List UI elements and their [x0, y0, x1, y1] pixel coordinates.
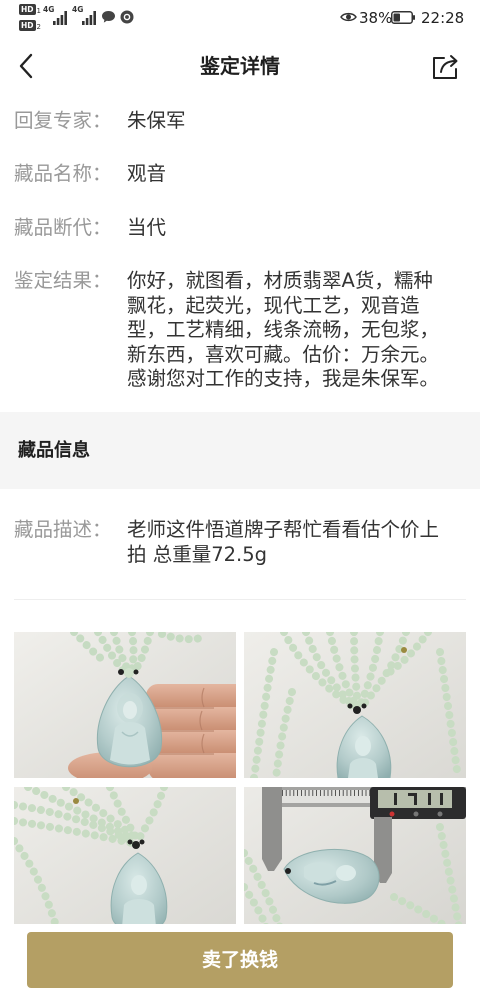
sim2-signal-icon	[82, 11, 96, 25]
expert-label: 回复专家：	[14, 109, 112, 132]
appraisal-result-label: 鉴定结果：	[14, 269, 112, 292]
share-button[interactable]	[430, 53, 460, 81]
battery-fill	[393, 13, 400, 22]
item-info-section: 藏品信息	[0, 412, 480, 489]
item-name-label: 藏品名称：	[14, 162, 112, 185]
app-notification-icon	[120, 10, 134, 24]
appraisal-result-value: 你好，就图看，材质翡翠A货，糯种飘花，起荧光，现代工艺，观音造型，工艺精细，线条…	[127, 269, 440, 390]
status-bar: HD 1 HD 2 4G 4G 38% 22:28	[0, 0, 480, 36]
sim2-index: 2	[36, 23, 41, 31]
share-icon	[433, 55, 458, 79]
clock: 22:28	[421, 9, 465, 27]
item-era-label: 藏品断代：	[14, 216, 112, 239]
eye-icon	[340, 12, 357, 22]
sim1-hd-badge: HD	[19, 4, 36, 15]
section-title: 藏品信息	[18, 440, 90, 461]
message-icon	[102, 11, 115, 23]
sell-button[interactable]: 卖了换钱	[27, 932, 453, 988]
sim2-hd-icon: HD 2	[19, 19, 41, 31]
item-name-value: 观音	[127, 162, 167, 185]
expert-value: 朱保军	[127, 109, 186, 132]
nav-header: 鉴定详情	[0, 36, 480, 98]
item-era-value: 当代	[127, 216, 167, 239]
divider	[14, 599, 466, 600]
item-photo-4[interactable]	[244, 787, 466, 933]
item-description-label: 藏品描述：	[14, 518, 112, 541]
item-photo-2[interactable]	[244, 632, 466, 778]
battery-icon	[391, 11, 415, 24]
sim1-signal-icon	[53, 11, 67, 25]
sim1-hd-icon: HD 1	[19, 3, 41, 15]
item-photo-3[interactable]	[14, 787, 236, 933]
page-title: 鉴定详情	[200, 54, 280, 78]
battery-percent: 38%	[359, 9, 393, 27]
bottom-action-bar: 卖了换钱	[0, 924, 480, 996]
sim2-hd-badge: HD	[19, 20, 36, 31]
sim1-index: 1	[36, 7, 41, 15]
item-description-value: 老师这件悟道牌子帮忙看看估个价上拍 总重量72.5g	[127, 518, 440, 566]
item-photo-1[interactable]	[14, 632, 236, 778]
